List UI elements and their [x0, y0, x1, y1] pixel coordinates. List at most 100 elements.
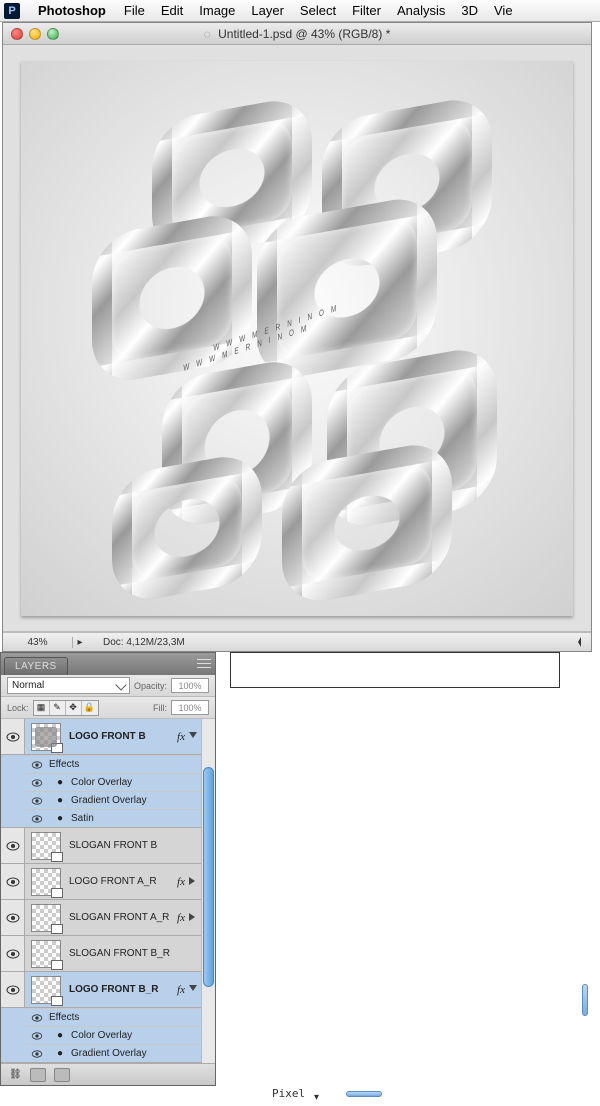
layer-row[interactable]: SLOGAN FRONT B_R — [1, 936, 215, 972]
layer-thumbnail[interactable] — [31, 832, 61, 860]
panel-menu-icon[interactable] — [197, 657, 211, 669]
scrollbar-thumb[interactable] — [203, 767, 214, 987]
layer-name[interactable]: LOGO FRONT A_R — [67, 876, 177, 887]
layer-row[interactable]: LOGO FRONT A_R fx — [1, 864, 215, 900]
effects-group: Effects ● Color Overlay ● Gradient Overl… — [1, 755, 215, 828]
expand-toggle[interactable] — [189, 985, 199, 995]
effect-name: Gradient Overlay — [71, 795, 215, 806]
layer-thumbnail[interactable] — [31, 904, 61, 932]
layer-name[interactable]: LOGO FRONT B_R — [67, 984, 177, 995]
menu-image[interactable]: Image — [199, 3, 235, 18]
unit-dropdown-icon[interactable] — [314, 1087, 324, 1097]
fx-badge[interactable]: fx — [177, 912, 185, 924]
layers-panel: LAYERS Normal Opacity: 100% Lock: ▦ ✎ ✥ … — [0, 652, 216, 1086]
tab-layers[interactable]: LAYERS — [4, 657, 68, 675]
visibility-toggle[interactable] — [1, 972, 25, 1007]
menu-3d[interactable]: 3D — [461, 3, 478, 18]
statusbar-arrow-icon[interactable] — [575, 637, 581, 647]
visibility-toggle[interactable] — [25, 1014, 49, 1022]
fill-field[interactable]: 100% — [171, 700, 209, 715]
effect-name: Satin — [71, 813, 215, 824]
canvas[interactable]: WWWMERNINOM WWWMERNINOM — [21, 61, 573, 616]
layer-thumbnail[interactable] — [31, 868, 61, 896]
blend-mode-select[interactable]: Normal — [7, 677, 130, 694]
effects-header[interactable]: Effects — [25, 755, 215, 773]
fx-badge[interactable]: fx — [177, 876, 185, 888]
layer-row[interactable]: LOGO FRONT B_R fx — [1, 972, 215, 1008]
effects-header[interactable]: Effects — [25, 1008, 215, 1026]
visibility-toggle[interactable] — [25, 1032, 49, 1040]
bullet-icon: ● — [49, 813, 71, 824]
layer-thumbnail[interactable] — [31, 940, 61, 968]
link-layers-icon[interactable]: ⛓ — [9, 1069, 22, 1080]
zoom-field[interactable]: 43% — [3, 637, 73, 648]
layer-name[interactable]: SLOGAN FRONT B — [67, 840, 199, 851]
smart-object-icon — [51, 852, 63, 862]
layer-row[interactable]: LOGO FRONT B fx — [1, 719, 215, 755]
effect-row[interactable]: ● Gradient Overlay — [25, 791, 215, 809]
visibility-toggle[interactable] — [1, 864, 25, 899]
visibility-toggle[interactable] — [1, 828, 25, 863]
effects-label: Effects — [49, 1012, 215, 1023]
expand-toggle[interactable] — [189, 877, 199, 887]
menu-filter[interactable]: Filter — [352, 3, 381, 18]
add-style-icon[interactable] — [30, 1068, 46, 1082]
document-title: ◌ Untitled-1.psd @ 43% (RGB/8) * — [3, 27, 591, 41]
vertical-scrollbar-thumb[interactable] — [582, 984, 588, 1016]
menu-edit[interactable]: Edit — [161, 3, 183, 18]
visibility-toggle[interactable] — [25, 779, 49, 787]
horizontal-scrollbar-thumb[interactable] — [346, 1091, 382, 1097]
smart-object-icon — [51, 960, 63, 970]
visibility-toggle[interactable] — [25, 761, 49, 769]
bullet-icon: ● — [49, 777, 71, 788]
visibility-toggle[interactable] — [1, 719, 25, 754]
fx-badge[interactable]: fx — [177, 731, 185, 743]
effect-row[interactable]: ● Gradient Overlay — [25, 1044, 215, 1062]
doc-size-label: Doc: 4,12M/23,3M — [87, 637, 185, 648]
menu-file[interactable]: File — [124, 3, 145, 18]
smart-object-icon — [51, 888, 63, 898]
layer-thumbnail[interactable] — [31, 976, 61, 1004]
canvas-area[interactable]: WWWMERNINOM WWWMERNINOM — [3, 45, 591, 632]
layer-name[interactable]: LOGO FRONT B — [67, 731, 177, 742]
layer-row[interactable]: SLOGAN FRONT A_R fx — [1, 900, 215, 936]
app-name[interactable]: Photoshop — [38, 3, 106, 18]
visibility-toggle[interactable] — [25, 1050, 49, 1058]
layers-scrollbar[interactable] — [201, 719, 215, 1063]
opacity-field[interactable]: 100% — [171, 678, 209, 693]
close-icon[interactable] — [11, 28, 23, 40]
expand-toggle[interactable] — [189, 913, 199, 923]
layer-thumbnail[interactable] — [31, 723, 61, 751]
menu-analysis[interactable]: Analysis — [397, 3, 445, 18]
effect-name: Gradient Overlay — [71, 1048, 215, 1059]
lock-paint-icon[interactable]: ✎ — [50, 701, 66, 715]
expand-toggle[interactable] — [189, 732, 199, 742]
window-titlebar[interactable]: ◌ Untitled-1.psd @ 43% (RGB/8) * — [3, 23, 591, 45]
lock-position-icon[interactable]: ✥ — [66, 701, 82, 715]
opacity-label: Opacity: — [134, 681, 167, 691]
menu-layer[interactable]: Layer — [251, 3, 284, 18]
visibility-toggle[interactable] — [1, 900, 25, 935]
fx-badge[interactable]: fx — [177, 984, 185, 996]
panel-tabbar: LAYERS — [1, 653, 215, 675]
visibility-toggle[interactable] — [1, 936, 25, 971]
lock-all-icon[interactable]: 🔒 — [82, 701, 98, 715]
layer-name[interactable]: SLOGAN FRONT B_R — [67, 948, 199, 959]
effect-row[interactable]: ● Color Overlay — [25, 773, 215, 791]
menu-select[interactable]: Select — [300, 3, 336, 18]
effect-row[interactable]: ● Color Overlay — [25, 1026, 215, 1044]
bullet-icon: ● — [49, 1030, 71, 1041]
statusbar-caret-icon[interactable]: ▸ — [73, 637, 87, 648]
menu-view[interactable]: Vie — [494, 3, 513, 18]
visibility-toggle[interactable] — [25, 815, 49, 823]
layer-name[interactable]: SLOGAN FRONT A_R — [67, 912, 177, 923]
visibility-toggle[interactable] — [25, 797, 49, 805]
zoom-icon[interactable] — [47, 28, 59, 40]
lock-transparency-icon[interactable]: ▦ — [34, 701, 50, 715]
add-mask-icon[interactable] — [54, 1068, 70, 1082]
layer-row[interactable]: SLOGAN FRONT B — [1, 828, 215, 864]
smart-object-icon — [51, 743, 63, 753]
minimize-icon[interactable] — [29, 28, 41, 40]
lock-label: Lock: — [7, 703, 29, 713]
effect-row[interactable]: ● Satin — [25, 809, 215, 827]
